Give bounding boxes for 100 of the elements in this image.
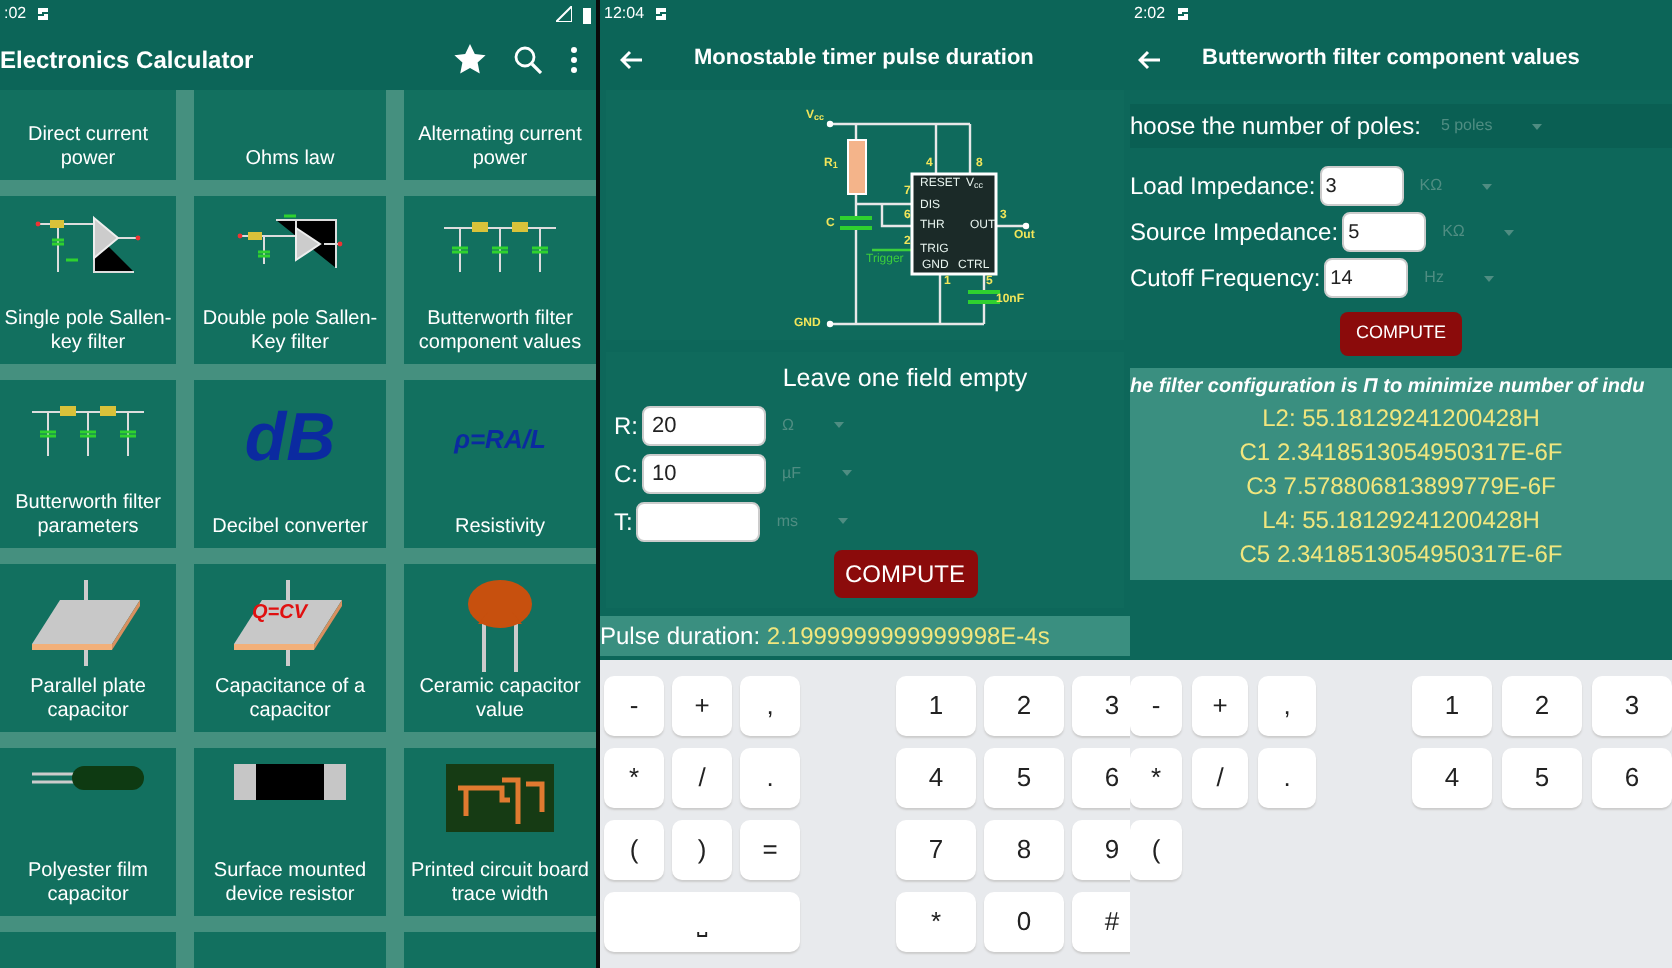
keyboard-key[interactable]: 7 [896,820,976,880]
result-text: Pulse duration: 2.1999999999999998E-4s [600,616,1130,656]
dropdown-caret-icon[interactable] [838,518,849,525]
smd-resistor-drawing [234,764,346,800]
keyboard-key[interactable]: , [1258,676,1316,736]
input-field[interactable]: 10 [642,453,766,494]
input-field[interactable]: 5 [1342,212,1427,252]
keyboard-key[interactable]: # [1072,892,1130,952]
calculator-tile[interactable]: dB Decibel converter [194,380,386,548]
keyboard-key[interactable]: - [1130,676,1182,736]
circuit-board-drawing [446,764,554,832]
form-heading: Leave one field empty [780,362,1030,396]
keyboard-key[interactable]: ) [672,820,732,880]
app-title: Electronics Calculator [0,43,254,77]
keyboard-key[interactable]: 3 [1592,676,1672,736]
formula-label: Q=CV [252,602,308,626]
screen-title: Butterworth filter component values [1202,44,1580,75]
input-field[interactable]: 20 [642,405,766,446]
input-field[interactable]: 14 [1324,258,1409,298]
back-arrow-icon[interactable] [1138,49,1162,69]
compute-button[interactable]: COMPUTE [1340,312,1462,355]
more-options-icon[interactable] [570,45,578,73]
keyboard-key[interactable]: + [1192,676,1248,736]
battery-icon [582,5,592,23]
keyboard-key[interactable]: 2 [1502,676,1582,736]
keyboard-key[interactable]: 1 [1412,676,1492,736]
field-label: Load Impedance: [1130,170,1316,204]
decibel-logo: dB [244,404,336,472]
configuration-note: he filter configuration is Π to minimize number of indu [1130,373,1647,401]
keyboard-key[interactable]: 3 [1072,676,1130,736]
star-icon[interactable] [454,44,486,74]
keyboard-key[interactable]: 8 [984,820,1064,880]
keyboard-key[interactable]: 9 [1072,820,1130,880]
dropdown-caret-icon[interactable] [833,422,844,429]
calculator-tile[interactable] [194,932,386,968]
calculator-tile[interactable]: Polyester film capacitor [0,748,176,916]
keyboard-key[interactable]: , [740,676,800,736]
keyboard-key[interactable]: 4 [1412,748,1492,808]
screen-title: Monostable timer pulse duration [694,44,1034,75]
result-line: L4: 55.18129241200428H [1260,503,1542,537]
keyboard-key[interactable]: + [672,676,732,736]
calculator-tile[interactable]: Ohms law [194,90,386,180]
space-key[interactable]: ⎵ [604,892,800,952]
keyboard-key[interactable]: 5 [1502,748,1582,808]
input-field[interactable]: 3 [1319,166,1404,206]
status-time: 12:04 [604,2,645,26]
result-line: L2: 55.18129241200428H [1260,401,1542,435]
keyboard-key[interactable]: 1 [896,676,976,736]
compute-button[interactable]: COMPUTE [833,549,977,598]
keyboard-key[interactable]: / [1192,748,1248,808]
back-arrow-icon[interactable] [620,49,644,69]
calculator-tile[interactable] [0,932,176,968]
calculator-tile[interactable]: Direct current power [0,90,176,180]
calculator-tile[interactable]: Ceramic capacitor value [404,564,596,732]
keyboard-key[interactable]: 5 [984,748,1064,808]
input-field[interactable] [636,501,761,542]
dropdown-caret-icon[interactable] [1504,229,1515,235]
resistivity-formula: ρ=RA/L [454,424,546,456]
keyboard-key[interactable]: 6 [1592,748,1672,808]
keyboard-key[interactable]: * [896,892,976,952]
search-icon[interactable] [514,45,542,73]
dropdown-caret-icon[interactable] [841,470,851,477]
dropdown-caret-icon[interactable] [1482,183,1493,189]
calculator-tile[interactable]: ρ=RA/L Resistivity [404,380,596,548]
keyboard-key[interactable]: 0 [984,892,1064,952]
keyboard-key[interactable]: ( [1130,820,1182,880]
signal-icon [556,6,572,22]
calculator-tile[interactable]: Single pole Sallen-key filter [0,196,176,364]
keyboard-key[interactable]: . [1258,748,1316,808]
result-line: C3 7.578806813899779E-6F [1244,469,1558,503]
calculator-tile[interactable]: Q=CV Capacitance of a capacitor [194,564,386,732]
calculator-tile[interactable]: Parallel plate capacitor [0,564,176,732]
calculator-tile[interactable]: Butterworth filter component values [404,196,596,364]
field-label: R: [614,409,638,444]
keyboard-key[interactable]: ( [604,820,664,880]
keyboard-key[interactable]: * [1130,748,1182,808]
dropdown-caret-icon[interactable] [1483,275,1494,281]
dropdown-caret-icon[interactable] [1532,123,1543,129]
keyboard-key[interactable]: = [740,820,800,880]
result-line: C5 2.3418513054950317E-6F [1237,537,1565,571]
field-label: C: [614,457,638,492]
calculator-tile[interactable]: Alternating current power [404,90,596,180]
keyboard-key[interactable]: / [672,748,732,808]
keyboard-key[interactable]: 4 [896,748,976,808]
keyboard-key[interactable]: 6 [1072,748,1130,808]
keyboard-key[interactable]: * [604,748,664,808]
plate-capacitor-drawing [32,580,144,668]
calculator-tile[interactable]: Double pole Sallen-Key filter [194,196,386,364]
calculator-tile[interactable]: Printed circuit board trace width [404,748,596,916]
calculator-tile[interactable]: Butterworth filter parameters [0,380,176,548]
field-label: T: [614,505,633,540]
status-time: :02 [4,2,27,26]
keyboard-key[interactable]: - [604,676,664,736]
notification-icon [36,6,51,22]
field-label: Source Impedance: [1130,216,1339,250]
keyboard-key[interactable]: . [740,748,800,808]
calculator-tile[interactable] [404,932,596,968]
calculator-tile[interactable]: Surface mounted device resistor [194,748,386,916]
keyboard-key[interactable]: 2 [984,676,1064,736]
film-capacitor-drawing [32,764,144,792]
